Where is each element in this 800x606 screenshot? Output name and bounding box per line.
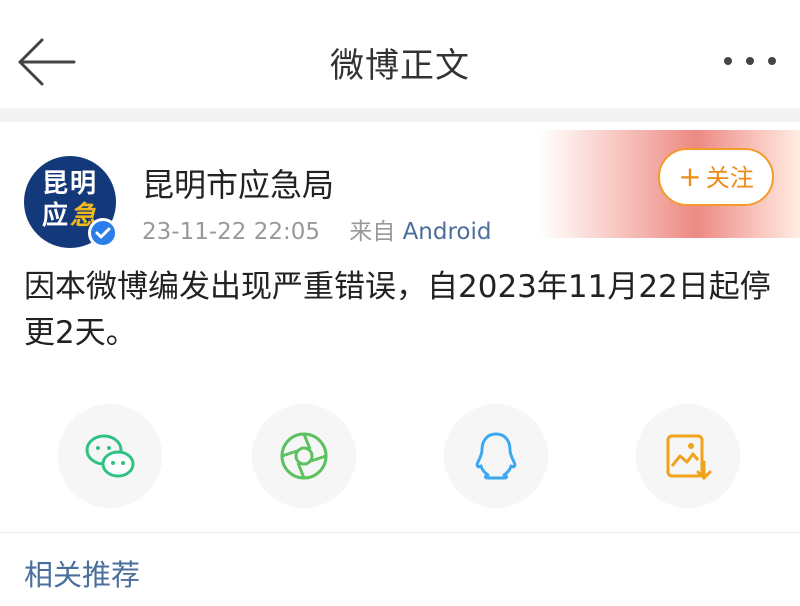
more-button[interactable] [720,48,780,74]
page-title: 微博正文 [330,46,470,86]
share-qq-button[interactable] [444,404,548,508]
post-time: 23-11-22 22:05 [142,219,320,245]
share-wechat-button[interactable] [58,404,162,508]
plus-icon: + [678,160,702,193]
section-divider [0,532,800,533]
share-moments-button[interactable] [252,404,356,508]
more-dots-icon [724,57,776,65]
save-image-button[interactable] [636,404,740,508]
follow-label: 关注 [705,164,754,192]
author-name[interactable]: 昆明市应急局 [142,160,334,206]
qq-icon [475,432,517,480]
moments-icon [280,432,328,480]
top-nav-bar: 微博正文 [0,0,800,109]
post-text: 因本微博编发出现严重错误，自2023年11月22日起停更2天。 [24,269,771,351]
save-image-icon [666,434,712,480]
wechat-icon [85,434,135,478]
source-prefix: 来自 [349,219,396,245]
related-recommendations-link[interactable]: 相关推荐 [24,552,140,594]
post-source: Android [402,219,492,245]
post-meta: 23-11-22 22:05 来自 Android [142,212,492,246]
header-divider [0,108,800,122]
verified-badge-icon [88,218,118,248]
follow-button[interactable]: + 关注 [658,148,774,206]
